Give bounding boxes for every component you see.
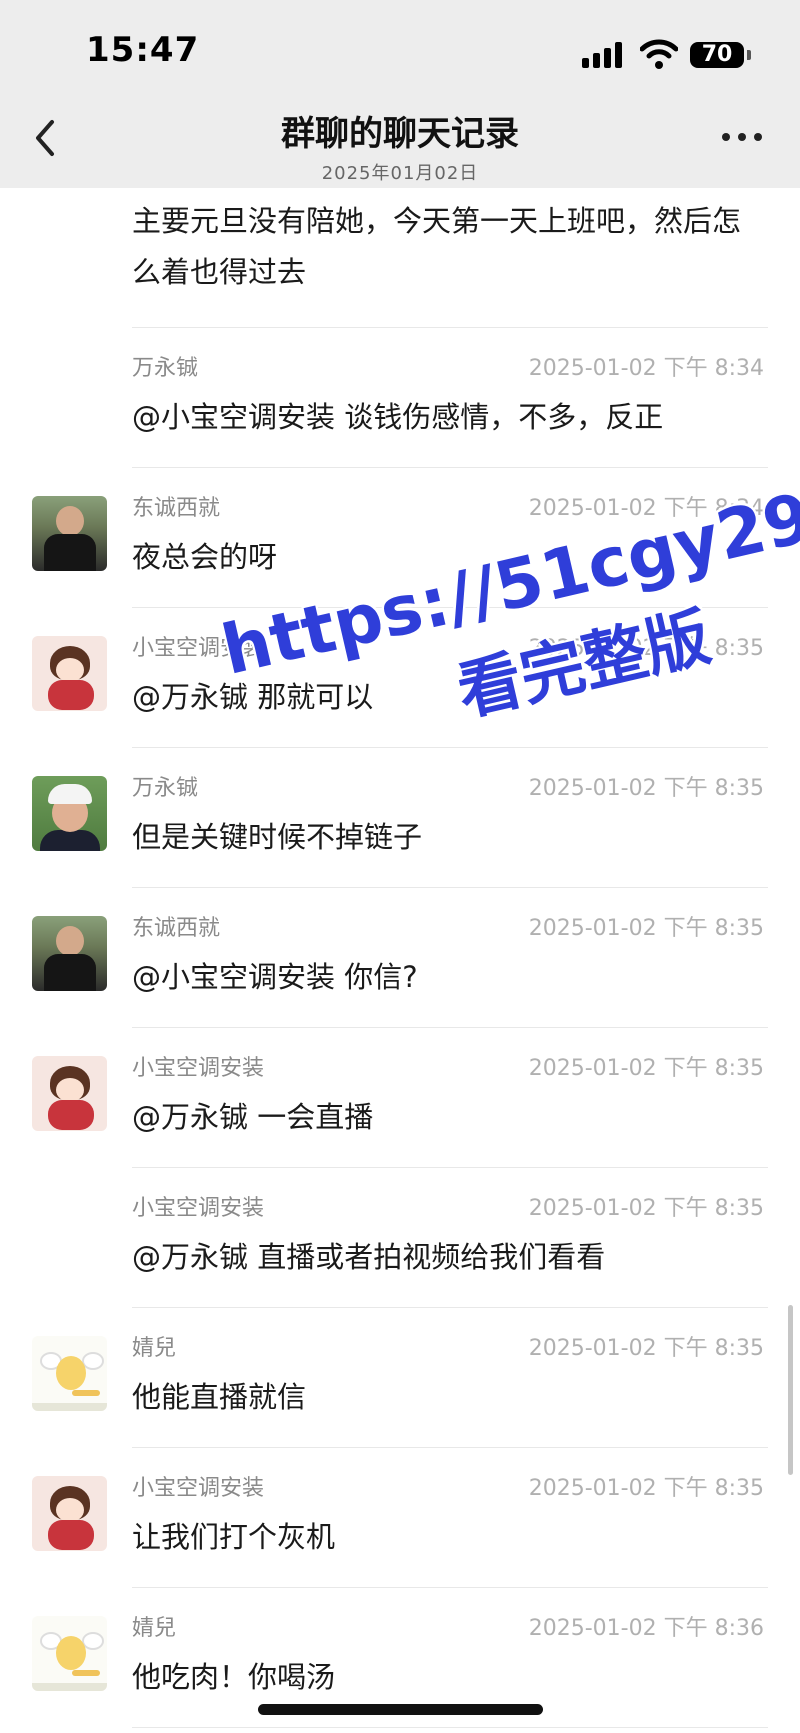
sender-name: 东诚西就 [132,496,221,521]
avatar[interactable] [32,1336,107,1411]
message-time: 2025-01-02 下午 8:36 [528,1616,764,1641]
sender-name: 东诚西就 [132,916,221,941]
avatar[interactable] [32,916,107,991]
sender-name: 小宝空调安装 [132,1196,265,1221]
list-item: 万永铖 2025-01-02 下午 8:34 @小宝空调安装 谈钱伤感情，不多，… [0,328,800,468]
page-title: 群聊的聊天记录 [281,114,519,154]
battery-cap [747,50,751,60]
message-content: 主要元旦没有陪她，今天第一天上班吧，然后怎么着也得过去 [132,204,742,289]
avatar[interactable] [32,496,107,571]
wifi-icon [640,39,678,69]
message-time: 2025-01-02 下午 8:35 [528,1336,764,1361]
home-indicator[interactable] [258,1704,543,1715]
message-time: 2025-01-02 下午 8:35 [528,1196,764,1221]
message-content: 他能直播就信 [132,1380,307,1414]
list-item: 婧兒 2025-01-02 下午 8:35 他能直播就信 [0,1308,800,1448]
chat-history-list[interactable]: 主要元旦没有陪她，今天第一天上班吧，然后怎么着也得过去 万永铖 2025-01-… [0,0,800,1733]
list-item: 小宝空调安装 2025-01-02 下午 8:35 @万永铖 直播或者拍视频给我… [0,1168,800,1308]
message-time: 2025-01-02 下午 8:35 [528,1056,764,1081]
status-time: 15:47 [86,30,200,70]
avatar[interactable] [32,1476,107,1551]
header-title-block: 群聊的聊天记录 2025年01月02日 [0,106,800,185]
sender-name: 万永铖 [132,776,199,801]
avatar[interactable] [32,776,107,851]
message-content: @小宝空调安装 你信? [132,960,418,994]
message-content: @万永铖 直播或者拍视频给我们看看 [132,1240,606,1274]
divider [132,1727,768,1728]
sender-name: 万永铖 [132,356,199,381]
navigation-header: 15:47 70 群聊的聊天记录 2025年01月02日 [0,0,800,188]
list-item: 主要元旦没有陪她，今天第一天上班吧，然后怎么着也得过去 [0,188,800,328]
avatar[interactable] [32,636,107,711]
sender-name: 小宝空调安装 [132,1476,265,1501]
list-item: 小宝空调安装 2025-01-02 下午 8:35 @万永铖 一会直播 [0,1028,800,1168]
list-item: 小宝空调安装 2025-01-02 下午 8:35 让我们打个灰机 [0,1448,800,1588]
message-time: 2025-01-02 下午 8:35 [528,776,764,801]
cellular-signal-icon [582,42,626,68]
message-time: 2025-01-02 下午 8:35 [528,1476,764,1501]
message-content: 让我们打个灰机 [132,1520,336,1554]
message-content: 他吃肉！你喝汤 [132,1660,336,1694]
page-subtitle: 2025年01月02日 [321,163,479,184]
battery-icon: 70 [690,42,744,68]
avatar[interactable] [32,1616,107,1691]
scrollbar[interactable] [788,1305,793,1475]
more-options-icon[interactable] [720,130,764,144]
message-content: 但是关键时候不掉链子 [132,820,423,854]
sender-name: 小宝空调安装 [132,1056,265,1081]
message-time: 2025-01-02 下午 8:35 [528,916,764,941]
avatar[interactable] [32,1056,107,1131]
message-time: 2025-01-02 下午 8:34 [528,356,764,381]
sender-name: 婧兒 [132,1336,177,1361]
list-item: 东诚西就 2025-01-02 下午 8:35 @小宝空调安装 你信? [0,888,800,1028]
sender-name: 婧兒 [132,1616,177,1641]
message-content: @小宝空调安装 谈钱伤感情，不多，反正 [132,400,664,434]
message-content: @万永铖 一会直播 [132,1100,374,1134]
